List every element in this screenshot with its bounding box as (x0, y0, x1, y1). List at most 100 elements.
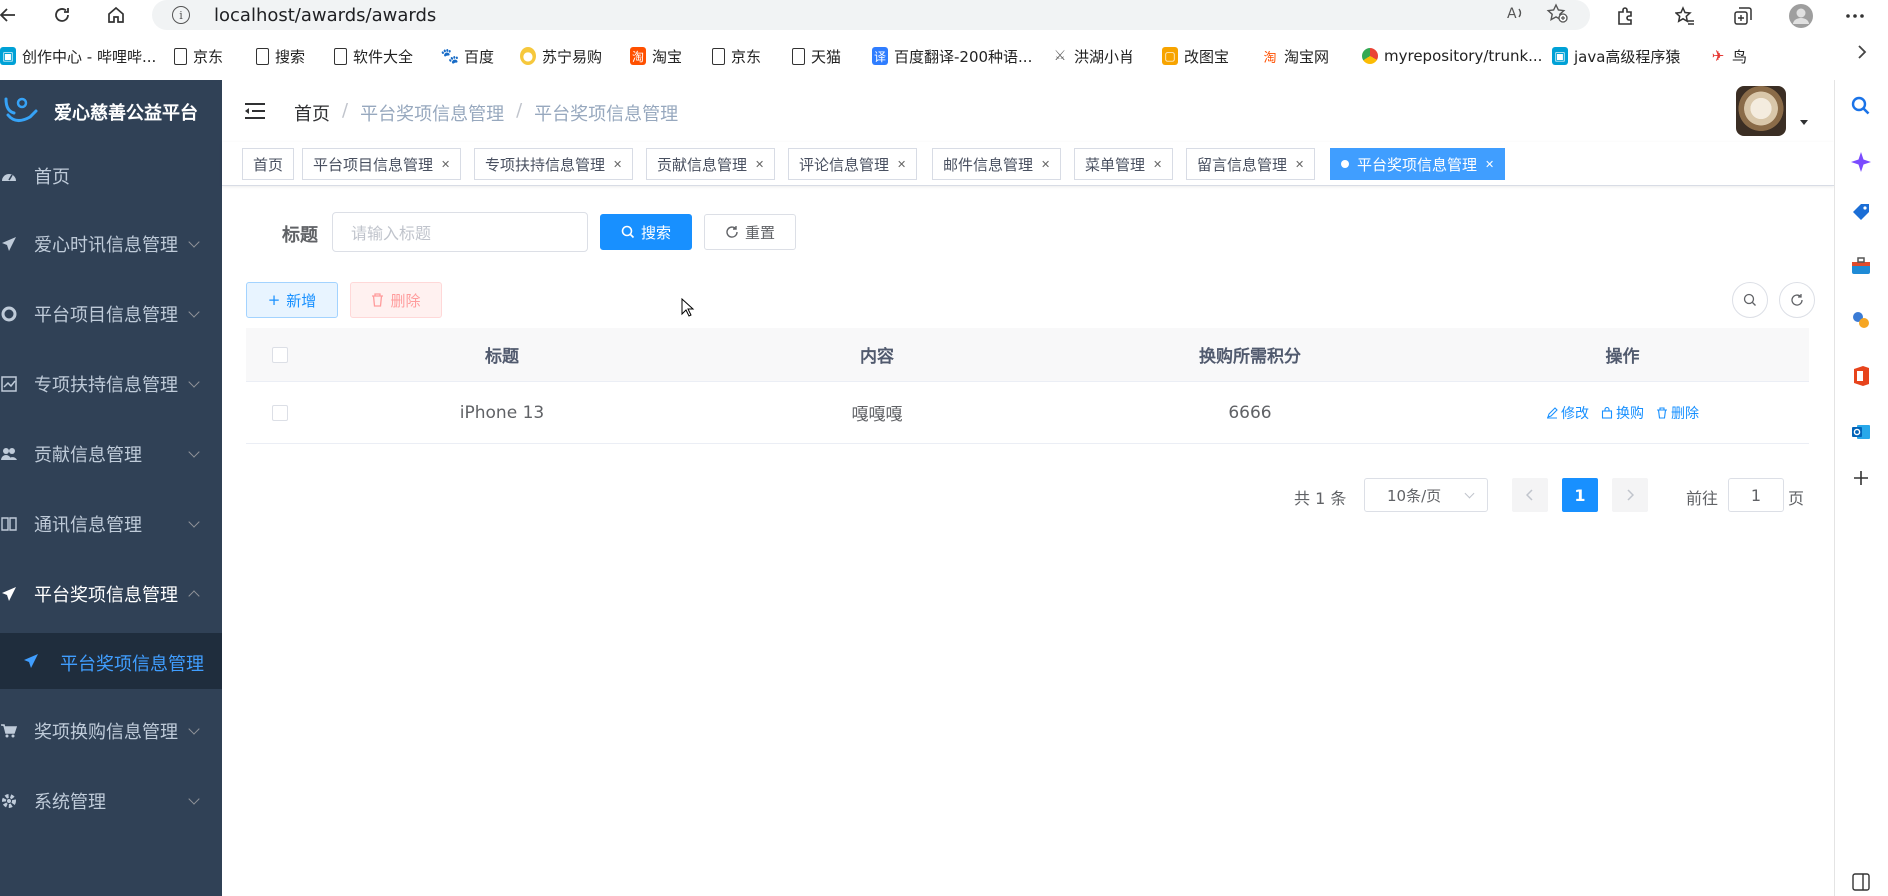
home-icon[interactable] (104, 3, 128, 27)
exchange-link[interactable]: 换购 (1601, 403, 1644, 423)
page-size-select[interactable]: 10条/页 (1364, 478, 1488, 512)
reset-button[interactable]: 重置 (704, 214, 796, 250)
cell-title: iPhone 13 (459, 402, 545, 423)
bookmark[interactable]: ▢ 改图宝 (1162, 46, 1229, 66)
bookmark[interactable]: ▣ 创作中心 - 哔哩哔... (0, 46, 156, 66)
menu-item-communication[interactable]: 通讯信息管理 (0, 496, 222, 552)
url-text[interactable]: localhost/awards/awards (214, 5, 436, 26)
prev-page-button[interactable] (1512, 478, 1548, 512)
menu-item-award-exchange[interactable]: 奖项换购信息管理 (0, 703, 222, 759)
bookmark[interactable]: 🐾 百度 (441, 46, 494, 66)
read-aloud-icon[interactable]: A (1506, 3, 1526, 28)
more-icon[interactable] (1842, 3, 1868, 29)
extensions-icon[interactable] (1612, 3, 1638, 29)
reload-icon[interactable] (50, 3, 74, 27)
submenu-item-platform-awards[interactable]: 平台奖项信息管理 (0, 633, 222, 689)
breadcrumb-item[interactable]: 首页 (294, 100, 330, 126)
delete-link[interactable]: 删除 (1656, 403, 1699, 423)
title-search-input[interactable]: 请输入标题 (332, 212, 588, 252)
tag-menu[interactable]: 菜单管理 ✕ (1074, 148, 1174, 180)
back-icon[interactable] (0, 3, 20, 27)
bookmark[interactable]: 天猫 (792, 46, 841, 66)
tag-platform-project[interactable]: 平台项目信息管理 ✕ (302, 148, 462, 180)
close-icon[interactable]: ✕ (897, 158, 906, 171)
menu-item-system[interactable]: 系统管理 (0, 773, 222, 829)
bookmark[interactable]: ● 苏宁易购 (520, 46, 602, 66)
menu-item-platform-project[interactable]: 平台项目信息管理 (0, 286, 222, 342)
tag-message[interactable]: 留言信息管理 ✕ (1186, 148, 1316, 180)
bookmark[interactable]: 淘 淘宝网 (1262, 46, 1329, 66)
games-icon[interactable] (1849, 308, 1873, 332)
bookmark[interactable]: 京东 (712, 46, 761, 66)
menu-item-home[interactable]: 首页 (0, 148, 222, 204)
bookmark[interactable]: ⚔ 洪湖小肖 (1052, 46, 1134, 66)
menu-item-contribution[interactable]: 贡献信息管理 (0, 426, 222, 482)
refresh-button[interactable] (1779, 282, 1815, 318)
close-icon[interactable]: ✕ (755, 158, 764, 171)
avatar[interactable] (1736, 86, 1786, 136)
office-icon[interactable] (1849, 364, 1873, 388)
add-button[interactable]: + 新增 (246, 282, 338, 318)
tag-special-support[interactable]: 专项扶持信息管理 ✕ (474, 148, 634, 180)
search-icon (621, 225, 635, 239)
taobao-icon: 淘 (1263, 50, 1277, 66)
column-header-content[interactable]: 内容 (690, 328, 1064, 381)
logo[interactable]: 爱心慈善公益平台 (0, 80, 222, 142)
favorites-icon[interactable] (1672, 3, 1698, 29)
close-icon[interactable]: ✕ (613, 158, 622, 171)
bookmark[interactable]: 淘 淘宝 (630, 46, 682, 66)
bookmark[interactable]: myrepository/trunk... (1362, 46, 1542, 66)
column-header-points[interactable]: 换购所需积分 (1064, 328, 1436, 381)
add-favorite-icon[interactable] (1546, 2, 1568, 28)
close-icon[interactable]: ✕ (441, 158, 450, 171)
url-bar[interactable]: i localhost/awards/awards A (152, 0, 1590, 30)
close-icon[interactable]: ✕ (1295, 158, 1304, 171)
select-all-checkbox[interactable] (272, 346, 288, 363)
bookmark[interactable]: 京东 (174, 46, 223, 66)
collections-icon[interactable] (1730, 3, 1756, 29)
table-row[interactable]: iPhone 13 嘎嘎嘎 6666 修改 换购 删除 (246, 382, 1809, 444)
shopping-tag-icon[interactable] (1849, 200, 1873, 224)
close-icon[interactable]: ✕ (1153, 158, 1162, 171)
tags-view: 首页 平台项目信息管理 ✕ 专项扶持信息管理 ✕ 贡献信息管理 ✕ 评论信息管理 ✕ 邮… (222, 142, 1834, 186)
copilot-icon[interactable] (1849, 150, 1873, 174)
bookmark[interactable]: 搜索 (256, 46, 305, 66)
close-icon[interactable]: ✕ (1041, 158, 1050, 171)
tag-home[interactable]: 首页 (242, 148, 295, 180)
bookmark[interactable]: ▣ java高级程序猿 (1552, 46, 1680, 66)
add-icon[interactable] (1849, 466, 1873, 490)
chevron-right-icon[interactable] (1856, 44, 1868, 65)
search-button[interactable]: 搜索 (600, 214, 692, 250)
trash-icon (372, 293, 384, 307)
profile-icon[interactable] (1788, 3, 1814, 29)
goto-label: 前往 (1686, 489, 1719, 508)
bookmark[interactable]: 译 百度翻译-200种语... (872, 46, 1032, 66)
tag-comment[interactable]: 评论信息管理 ✕ (788, 148, 918, 180)
tag-mail[interactable]: 邮件信息管理 ✕ (932, 148, 1062, 180)
caret-down-icon[interactable] (1800, 120, 1808, 125)
next-page-button[interactable] (1612, 478, 1648, 512)
search-icon[interactable] (1849, 94, 1873, 118)
goto-page-input[interactable]: 1 (1728, 478, 1784, 512)
bookmark[interactable]: ✈ 鸟 (1710, 46, 1747, 66)
toggle-search-button[interactable] (1732, 282, 1768, 318)
menu-item-love-news[interactable]: 爱心时讯信息管理 (0, 216, 222, 272)
edit-link[interactable]: 修改 (1546, 403, 1589, 423)
toolbox-icon[interactable] (1849, 254, 1873, 278)
menu-fold-icon[interactable] (244, 101, 266, 121)
menu-item-special-support[interactable]: 专项扶持信息管理 (0, 356, 222, 412)
tag-contribution[interactable]: 贡献信息管理 ✕ (646, 148, 776, 180)
close-icon[interactable]: ✕ (1485, 158, 1494, 171)
row-checkbox[interactable] (272, 404, 288, 421)
menu-item-platform-awards[interactable]: 平台奖项信息管理 (0, 566, 222, 622)
column-header-title[interactable]: 标题 (314, 328, 690, 381)
sidebar-toggle-icon[interactable] (1849, 870, 1873, 894)
site-info-icon[interactable]: i (172, 6, 190, 24)
delete-button[interactable]: 删除 (350, 282, 442, 318)
navbar: 首页 / 平台奖项信息管理 / 平台奖项信息管理 (222, 80, 1834, 142)
bookmark[interactable]: 软件大全 (334, 46, 413, 66)
taobao-icon: 淘 (630, 47, 646, 65)
tag-platform-awards[interactable]: 平台奖项信息管理 ✕ (1330, 148, 1506, 180)
outlook-icon[interactable] (1849, 420, 1873, 444)
page-number-button[interactable]: 1 (1562, 478, 1598, 512)
